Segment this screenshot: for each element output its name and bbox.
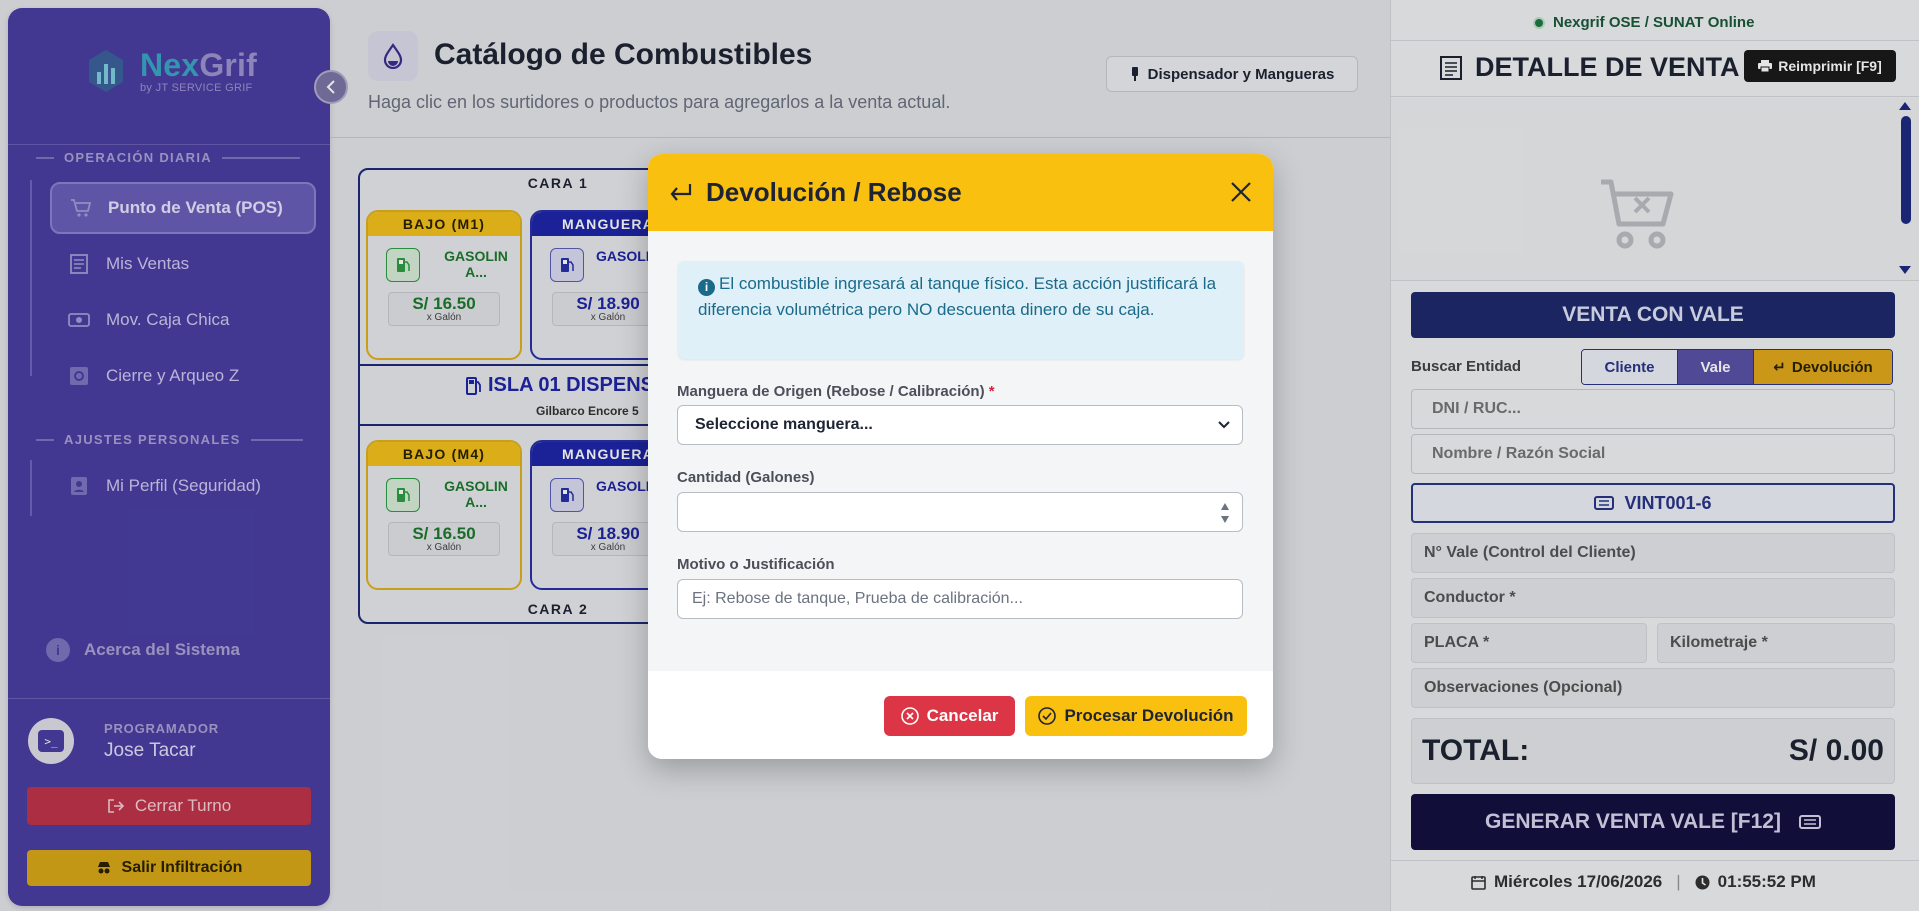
hose-label-text: Manguera de Origen (Rebose / Calibración… [677,383,985,400]
reason-input[interactable]: Ej: Rebose de tanque, Prueba de calibrac… [677,579,1243,619]
cancel-label: Cancelar [926,706,999,725]
stepper-icon[interactable] [1220,502,1230,524]
return-arrow-icon [670,183,692,201]
info-alert-text: El combustible ingresará al tanque físic… [698,274,1217,319]
info-alert: i El combustible ingresará al tanque físi… [678,261,1244,359]
required-mark: * [988,383,995,400]
modal-body: i El combustible ingresará al tanque físi… [648,231,1273,671]
hose-select-value: Seleccione manguera... [695,416,873,433]
process-return-button[interactable]: Procesar Devolución [1025,696,1247,736]
hose-label: Manguera de Origen (Rebose / Calibración… [677,383,995,400]
quantity-input[interactable] [677,492,1243,532]
hose-select[interactable]: Seleccione manguera... [677,405,1243,445]
process-return-label: Procesar Devolución [1064,706,1234,725]
chevron-down-icon [1218,421,1230,429]
return-overflow-modal: Devolución / Rebose i El combustible ingr… [648,154,1273,759]
reason-label: Motivo o Justificación [677,556,835,573]
info-icon: i [698,278,715,296]
quantity-label: Cantidad (Galones) [677,469,815,486]
close-icon[interactable] [1225,176,1257,208]
modal-header: Devolución / Rebose [648,154,1273,231]
modal-title: Devolución / Rebose [706,177,962,207]
check-circle-icon [1038,707,1057,725]
modal-footer: Cancelar Procesar Devolución [648,671,1273,759]
cancel-button[interactable]: Cancelar [884,696,1015,736]
cancel-circle-icon [900,707,919,725]
